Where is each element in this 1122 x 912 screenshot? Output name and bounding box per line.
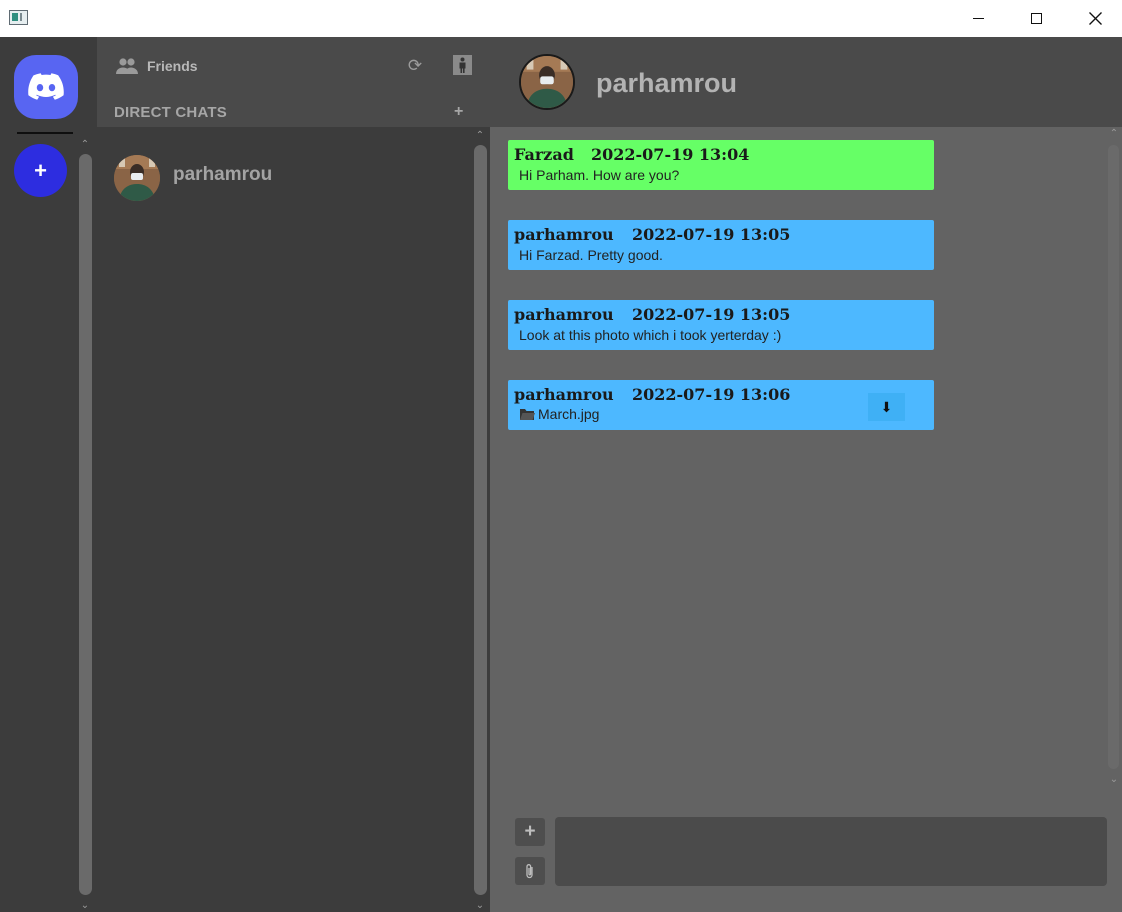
direct-chat-name: parhamrou [173, 164, 273, 185]
refresh-icon[interactable]: ⟳ [406, 57, 424, 75]
attach-file-button[interactable] [515, 857, 545, 885]
chat-scroll-down-icon[interactable]: ⌄ [1107, 775, 1121, 785]
rail-scrollbar[interactable] [79, 154, 92, 895]
chat-area: parhamrou Farzad 2022-07-19 13:04 Hi Par… [490, 37, 1122, 912]
chat-scroll-up-icon[interactable]: ⌃ [1107, 129, 1121, 139]
message-timestamp: 2022-07-19 13:05 [632, 225, 791, 244]
message-author: parhamrou [514, 385, 614, 404]
maximize-icon [1030, 13, 1042, 24]
server-rail: + ⌃ ⌄ [0, 37, 97, 912]
download-icon: ⬇ [880, 398, 893, 415]
file-message-bubble: parhamrou 2022-07-19 13:06 March.jpg ⬇ [508, 380, 934, 430]
message-author: parhamrou [514, 305, 614, 324]
close-icon [1088, 12, 1102, 25]
minimize-button[interactable] [949, 0, 1007, 37]
window-titlebar [0, 0, 1122, 37]
attachment-filename[interactable]: March.jpg [538, 406, 599, 422]
message-timestamp: 2022-07-19 13:06 [632, 385, 791, 404]
home-button[interactable] [14, 55, 78, 119]
minimize-icon [972, 17, 984, 20]
chat-avatar [519, 54, 575, 110]
message-author: parhamrou [514, 225, 614, 244]
message-text: Look at this photo which i took yerterda… [519, 327, 782, 343]
panel-scroll-down-icon[interactable]: ⌄ [473, 901, 487, 911]
add-server-label: + [34, 157, 47, 183]
paperclip-icon [526, 864, 533, 879]
rail-scroll-up-icon[interactable]: ⌃ [78, 140, 92, 150]
add-direct-chat-button[interactable]: + [454, 103, 463, 121]
rail-scroll-down-icon[interactable]: ⌄ [78, 901, 92, 911]
compose-add-button[interactable]: + [515, 818, 545, 846]
panel-header: Friends ⟳ DIRECT CHATS + [97, 37, 490, 127]
rail-divider [17, 132, 73, 134]
close-button[interactable] [1066, 0, 1122, 37]
compose-add-label: + [524, 821, 536, 842]
message-timestamp: 2022-07-19 13:05 [632, 305, 791, 324]
discord-logo-icon [28, 73, 64, 100]
app-window-icon [9, 10, 28, 25]
add-server-button[interactable]: + [14, 144, 67, 197]
chat-title: parhamrou [596, 68, 738, 98]
avatar [114, 155, 160, 201]
panel-scrollbar[interactable] [474, 145, 487, 895]
direct-chats-heading: DIRECT CHATS [114, 104, 227, 121]
direct-chat-item[interactable]: parhamrou [114, 155, 414, 205]
panel-scroll-up-icon[interactable]: ⌃ [473, 131, 487, 141]
message-author: Farzad [514, 145, 574, 164]
message-bubble: parhamrou 2022-07-19 13:05 Look at this … [508, 300, 934, 350]
friends-button[interactable]: Friends [147, 58, 198, 74]
message-bubble: parhamrou 2022-07-19 13:05 Hi Farzad. Pr… [508, 220, 934, 270]
folder-icon [520, 409, 535, 420]
chat-header: parhamrou [490, 37, 1122, 127]
message-bubble: Farzad 2022-07-19 13:04 Hi Parham. How a… [508, 140, 934, 190]
chat-scrollbar[interactable] [1108, 145, 1119, 769]
maximize-button[interactable] [1007, 0, 1065, 37]
message-text: Hi Farzad. Pretty good. [519, 247, 663, 263]
message-text: Hi Parham. How are you? [519, 167, 680, 183]
direct-chats-panel: Friends ⟳ DIRECT CHATS + parhamrou ⌃ ⌄ [97, 37, 490, 912]
person-icon [459, 57, 466, 73]
profile-button[interactable] [453, 55, 472, 75]
friends-icon [116, 58, 138, 74]
message-timestamp: 2022-07-19 13:04 [591, 145, 750, 164]
message-input[interactable] [555, 817, 1107, 886]
download-button[interactable]: ⬇ [868, 393, 905, 421]
